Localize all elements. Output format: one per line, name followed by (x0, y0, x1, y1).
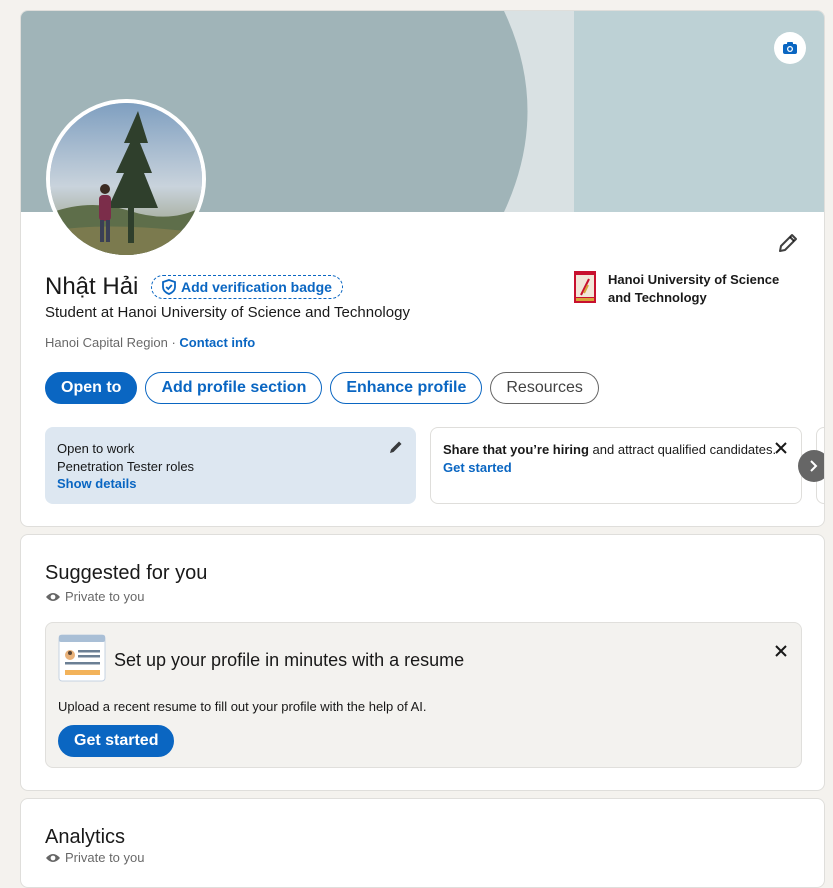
hiring-card: Share that you’re hiring and attract qua… (430, 427, 802, 504)
verification-badge-label: Add verification badge (181, 279, 332, 295)
open-to-work-card[interactable]: Open to work Penetration Tester roles Sh… (45, 427, 416, 504)
dismiss-hiring-button[interactable] (773, 440, 789, 456)
close-icon (775, 442, 787, 454)
suggested-title: Suggested for you (45, 562, 208, 584)
resume-upload-card: Set up your profile in minutes with a re… (45, 622, 802, 768)
separator: · (167, 335, 180, 350)
chevron-right-icon (810, 460, 818, 472)
pencil-icon (390, 441, 402, 453)
open-to-button[interactable]: Open to (45, 372, 138, 404)
analytics-title: Analytics (45, 826, 126, 848)
hiring-bold-text: Share that you’re hiring (443, 442, 589, 457)
hiring-get-started-link[interactable]: Get started (443, 459, 789, 477)
eye-icon (46, 592, 60, 601)
add-verification-badge-button[interactable]: Add verification badge (151, 275, 343, 299)
analytics-privacy-text: Private to you (65, 850, 145, 865)
show-details-link[interactable]: Show details (57, 475, 404, 493)
dismiss-resume-button[interactable] (773, 643, 789, 659)
edit-open-to-work-button[interactable] (388, 439, 404, 455)
resume-get-started-button[interactable]: Get started (58, 725, 175, 757)
close-icon (775, 645, 787, 657)
eye-icon (46, 853, 60, 862)
resume-description: Upload a recent resume to fill out your … (58, 699, 427, 714)
school-logo (574, 271, 596, 303)
education-entry[interactable]: Hanoi University of Science and Technolo… (574, 271, 804, 307)
camera-icon (783, 42, 797, 54)
suggested-privacy: Private to you (45, 589, 145, 604)
edit-intro-button[interactable] (776, 231, 800, 255)
hiring-text: and attract qualified candidates. (588, 442, 777, 457)
add-profile-section-button[interactable]: Add profile section (145, 372, 323, 404)
suggested-card: Suggested for you Private to you Set up … (20, 534, 825, 791)
profile-photo (50, 103, 202, 255)
resume-icon (58, 634, 106, 682)
open-to-work-title: Open to work (57, 441, 135, 456)
school-name: Hanoi University of Science and Technolo… (608, 272, 780, 305)
profile-card: Nhật Hải Add verification badge Student … (20, 10, 825, 527)
location-text: Hanoi Capital Region (45, 335, 168, 350)
resume-title: Set up your profile in minutes with a re… (114, 650, 465, 670)
carousel-next-button[interactable] (798, 450, 824, 482)
location-line: Hanoi Capital Region · Contact info (45, 335, 255, 350)
profile-headline: Student at Hanoi University of Science a… (45, 304, 410, 321)
profile-actions: Open to Add profile section Enhance prof… (45, 372, 599, 404)
resources-button[interactable]: Resources (490, 372, 599, 404)
shield-check-icon (162, 279, 176, 295)
avatar[interactable] (46, 99, 206, 259)
enhance-profile-button[interactable]: Enhance profile (330, 372, 483, 404)
suggested-privacy-text: Private to you (65, 589, 145, 604)
open-to-work-roles: Penetration Tester roles (57, 458, 195, 474)
pencil-icon (779, 234, 797, 252)
analytics-privacy: Private to you (45, 850, 145, 865)
profile-name: Nhật Hải (45, 273, 139, 300)
contact-info-link[interactable]: Contact info (179, 335, 255, 350)
edit-cover-button[interactable] (774, 32, 806, 64)
